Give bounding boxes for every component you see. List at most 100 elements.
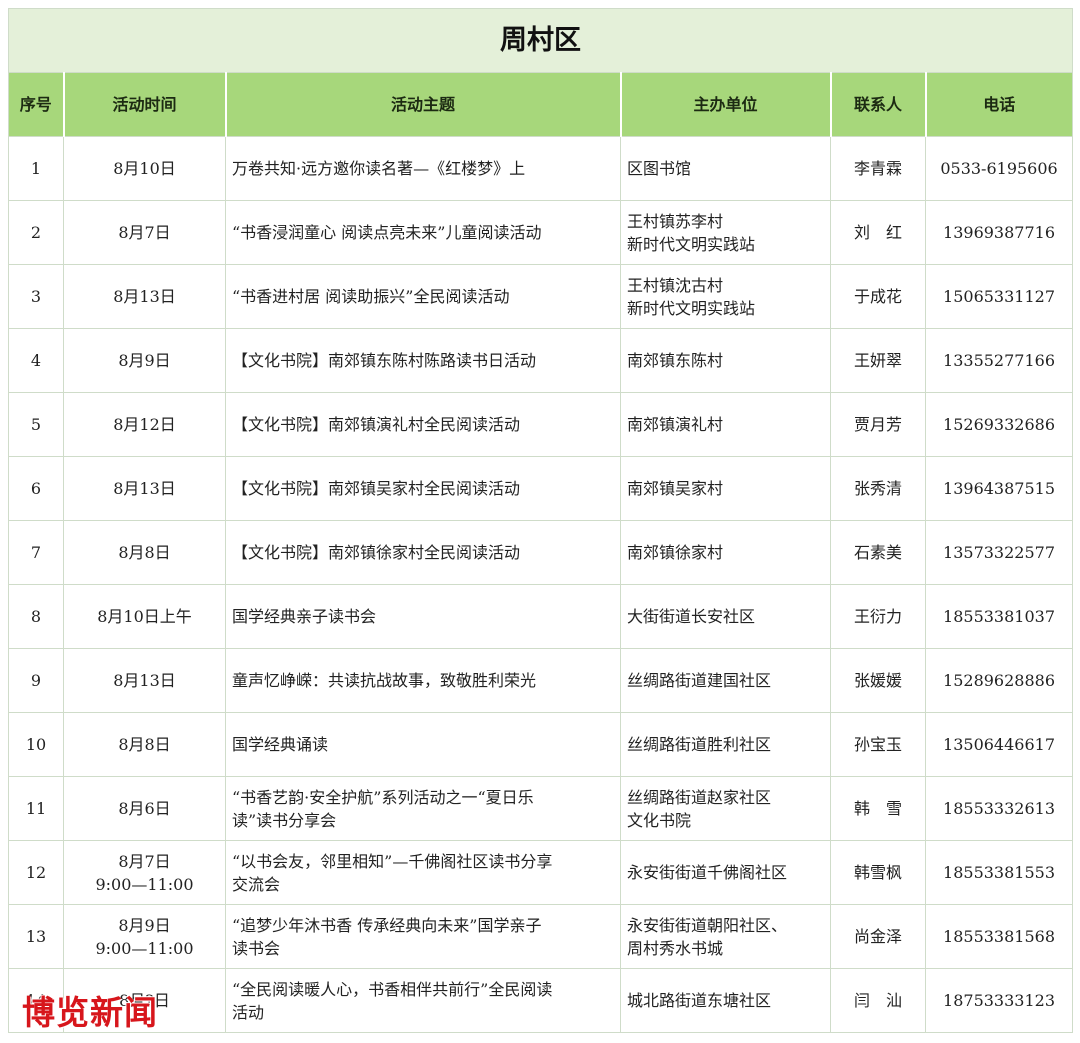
activity-topic: 国学经典亲子读书会	[225, 584, 621, 649]
phone-number: 18753333123	[924, 968, 1074, 1033]
table-row: 12 8月7日 9:00—11:00 “以书会友，邻里相知”—千佛阁社区读书分享 交…	[8, 840, 1074, 905]
activity-topic: “书香艺韵·安全护航”系列活动之一“夏日乐 读”读书分享会	[225, 776, 621, 841]
row-number: 12	[8, 840, 64, 905]
row-number: 8	[8, 584, 64, 649]
activity-date: 8月10日上午	[63, 584, 226, 649]
host-organization: 丝绸路街道建国社区	[620, 648, 831, 713]
table-row: 9 8月13日 童声忆峥嵘：共读抗战故事，致敬胜利荣光 丝绸路街道建国社区 张媛媛 152…	[8, 648, 1074, 713]
contact-person: 张秀清	[830, 456, 926, 521]
phone-number: 13573322577	[924, 520, 1074, 585]
phone-number: 13506446617	[924, 712, 1074, 777]
row-number: 11	[8, 776, 64, 841]
contact-person: 闫 汕	[830, 968, 926, 1033]
host-organization: 南郊镇徐家村	[620, 520, 831, 585]
row-number: 3	[8, 264, 64, 329]
contact-person: 李青霖	[830, 136, 926, 201]
phone-number: 18553381568	[924, 904, 1074, 969]
row-number: 7	[8, 520, 64, 585]
activity-topic: “以书会友，邻里相知”—千佛阁社区读书分享 交流会	[225, 840, 621, 905]
row-number: 9	[8, 648, 64, 713]
activity-topic: 【文化书院】南郊镇徐家村全民阅读活动	[225, 520, 621, 585]
contact-person: 石素美	[830, 520, 926, 585]
activity-date: 8月13日	[63, 648, 226, 713]
activity-date: 8月7日 9:00—11:00	[63, 840, 226, 905]
row-number: 2	[8, 200, 64, 265]
phone-number: 13355277166	[924, 328, 1074, 393]
contact-person: 张媛媛	[830, 648, 926, 713]
activity-topic: 万卷共知·远方邀你读名著—《红楼梦》上	[225, 136, 621, 201]
activity-date: 8月13日	[63, 264, 226, 329]
activity-table: 周村区 序号 活动时间 活动主题 主办单位 联系人 电话 1 8月10日 万卷共知·…	[7, 8, 1074, 1033]
row-number: 13	[8, 904, 64, 969]
contact-person: 王妍翠	[830, 328, 926, 393]
activity-date: 8月9日	[63, 328, 226, 393]
row-number: 14	[8, 968, 64, 1033]
activity-topic: “书香浸润童心 阅读点亮未来”儿童阅读活动	[225, 200, 621, 265]
contact-person: 韩 雪	[830, 776, 926, 841]
activity-date: 8月9日 9:00—11:00	[63, 904, 226, 969]
activity-topic: 【文化书院】南郊镇吴家村全民阅读活动	[225, 456, 621, 521]
host-organization: 王村镇苏李村 新时代文明实践站	[620, 200, 831, 265]
host-organization: 永安街街道朝阳社区、 周村秀水书城	[620, 904, 831, 969]
activity-topic: 童声忆峥嵘：共读抗战故事，致敬胜利荣光	[225, 648, 621, 713]
host-organization: 永安街街道千佛阁社区	[620, 840, 831, 905]
activity-topic: 【文化书院】南郊镇演礼村全民阅读活动	[225, 392, 621, 457]
table-row: 1 8月10日 万卷共知·远方邀你读名著—《红楼梦》上 区图书馆 李青霖 0533-619…	[8, 136, 1074, 201]
host-organization: 南郊镇东陈村	[620, 328, 831, 393]
table-body: 1 8月10日 万卷共知·远方邀你读名著—《红楼梦》上 区图书馆 李青霖 0533-619…	[8, 136, 1074, 1033]
host-organization: 南郊镇吴家村	[620, 456, 831, 521]
phone-number: 0533-6195606	[924, 136, 1074, 201]
host-organization: 城北路街道东塘社区	[620, 968, 831, 1033]
activity-sheet: 周村区 序号 活动时间 活动主题 主办单位 联系人 电话 1 8月10日 万卷共知·…	[7, 8, 1074, 1033]
activity-date: 8月7日	[63, 200, 226, 265]
table-row: 2 8月7日 “书香浸润童心 阅读点亮未来”儿童阅读活动 王村镇苏李村 新时代文明实践…	[8, 200, 1074, 265]
column-header-host: 主办单位	[619, 72, 831, 137]
contact-person: 韩雪枫	[830, 840, 926, 905]
contact-person: 王衍力	[830, 584, 926, 649]
activity-date: 8月8日	[63, 520, 226, 585]
phone-number: 15065331127	[924, 264, 1074, 329]
phone-number: 15269332686	[924, 392, 1074, 457]
host-organization: 区图书馆	[620, 136, 831, 201]
host-organization: 南郊镇演礼村	[620, 392, 831, 457]
contact-person: 尚金泽	[830, 904, 926, 969]
column-header-no: 序号	[8, 72, 64, 137]
phone-number: 15289628886	[924, 648, 1074, 713]
row-number: 10	[8, 712, 64, 777]
activity-date: 8月?日	[63, 968, 226, 1033]
phone-number: 13964387515	[924, 456, 1074, 521]
host-organization: 大街街道长安社区	[620, 584, 831, 649]
activity-date: 8月10日	[63, 136, 226, 201]
phone-number: 18553381553	[924, 840, 1074, 905]
table-row: 10 8月8日 国学经典诵读 丝绸路街道胜利社区 孙宝玉 13506446617	[8, 712, 1074, 777]
column-header-date: 活动时间	[62, 72, 226, 137]
activity-date: 8月6日	[63, 776, 226, 841]
table-row: 8 8月10日上午 国学经典亲子读书会 大街街道长安社区 王衍力 18553381037	[8, 584, 1074, 649]
table-row: 6 8月13日 【文化书院】南郊镇吴家村全民阅读活动 南郊镇吴家村 张秀清 1396438…	[8, 456, 1074, 521]
column-header-phone: 电话	[924, 72, 1074, 137]
activity-topic: 【文化书院】南郊镇东陈村陈路读书日活动	[225, 328, 621, 393]
row-number: 6	[8, 456, 64, 521]
row-number: 4	[8, 328, 64, 393]
contact-person: 刘 红	[830, 200, 926, 265]
table-row: 3 8月13日 “书香进村居 阅读助振兴”全民阅读活动 王村镇沈古村 新时代文明实践站…	[8, 264, 1074, 329]
phone-number: 18553381037	[924, 584, 1074, 649]
activity-date: 8月13日	[63, 456, 226, 521]
activity-date: 8月8日	[63, 712, 226, 777]
table-row: 14 8月?日 “全民阅读暖人心，书香相伴共前行”全民阅读 活动 城北路街道东塘社区闫…	[8, 968, 1074, 1033]
host-organization: 丝绸路街道赵家社区 文化书院	[620, 776, 831, 841]
table-row: 4 8月9日 【文化书院】南郊镇东陈村陈路读书日活动 南郊镇东陈村 王妍翠 1335527…	[8, 328, 1074, 393]
phone-number: 13969387716	[924, 200, 1074, 265]
phone-number: 18553332613	[924, 776, 1074, 841]
table-row: 13 8月9日 9:00—11:00 “追梦少年沐书香 传承经典向未来”国学亲子 读…	[8, 904, 1074, 969]
table-row: 7 8月8日 【文化书院】南郊镇徐家村全民阅读活动 南郊镇徐家村 石素美 13573322…	[8, 520, 1074, 585]
header-row: 序号 活动时间 活动主题 主办单位 联系人 电话	[8, 72, 1074, 137]
table-row: 5 8月12日 【文化书院】南郊镇演礼村全民阅读活动 南郊镇演礼村 贾月芳 1526933…	[8, 392, 1074, 457]
contact-person: 贾月芳	[830, 392, 926, 457]
activity-topic: 国学经典诵读	[225, 712, 621, 777]
row-number: 5	[8, 392, 64, 457]
contact-person: 于成花	[830, 264, 926, 329]
row-number: 1	[8, 136, 64, 201]
activity-topic: “追梦少年沐书香 传承经典向未来”国学亲子 读书会	[225, 904, 621, 969]
activity-topic: “全民阅读暖人心，书香相伴共前行”全民阅读 活动	[225, 968, 621, 1033]
